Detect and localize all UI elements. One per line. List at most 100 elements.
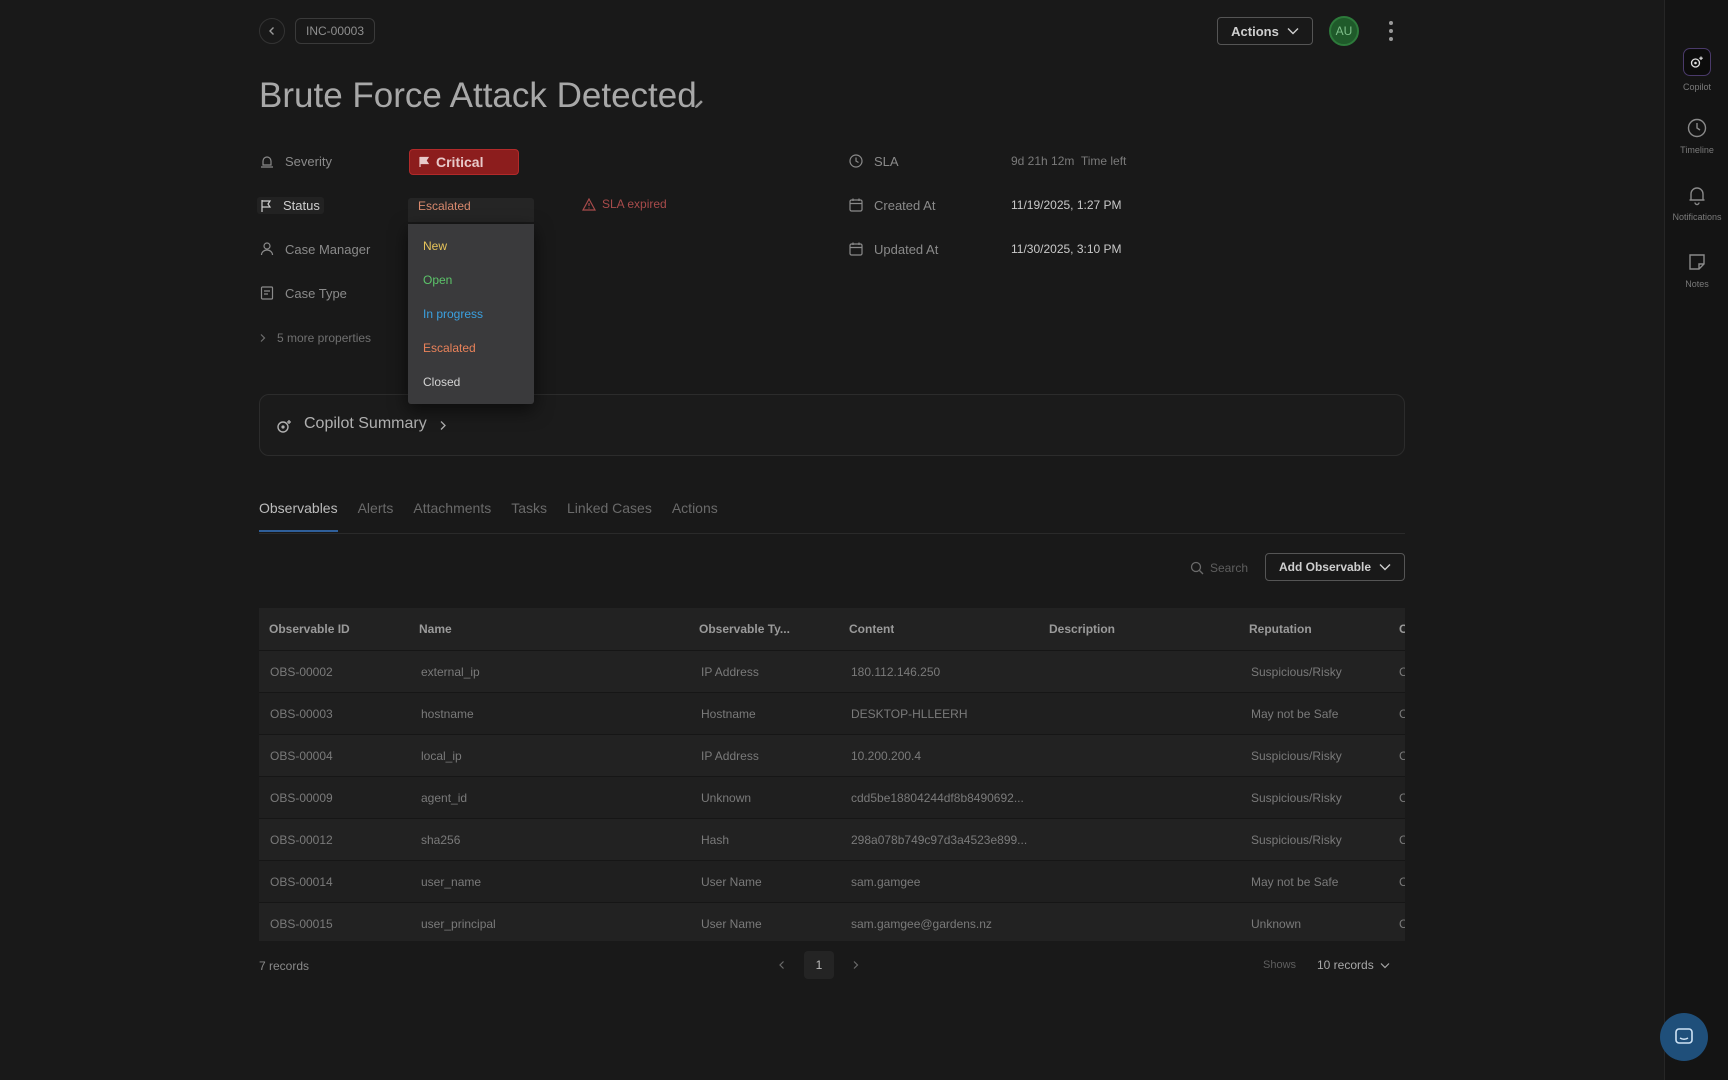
table-cell: C	[1399, 832, 1405, 847]
rail-item-timeline[interactable]: Timeline	[1665, 117, 1728, 155]
column-header-truncated[interactable]: C	[1399, 608, 1405, 650]
table-cell	[1051, 735, 1241, 776]
table-cell: C	[1399, 916, 1405, 931]
copilot-icon	[277, 420, 291, 433]
status-option-closed[interactable]: Closed	[423, 375, 460, 389]
chat-support-button[interactable]	[1660, 1013, 1708, 1061]
page-number-button[interactable]: 1	[804, 951, 834, 979]
more-properties-label: 5 more properties	[277, 331, 372, 345]
tab-bar: Observables Alerts Attachments Tasks Lin…	[259, 500, 718, 532]
updated-at-field: Updated At	[848, 241, 938, 257]
tab-observables[interactable]: Observables	[259, 500, 338, 532]
back-button[interactable]	[259, 18, 285, 44]
table-cell: Unknown	[701, 790, 752, 805]
tab-alerts[interactable]: Alerts	[358, 500, 394, 532]
status-option-escalated[interactable]: Escalated	[423, 341, 476, 355]
table-row[interactable]: OBS-00003 hostname Hostname DESKTOP-HLLEERH…	[259, 692, 1405, 734]
rail-item-notes[interactable]: Notes	[1665, 251, 1728, 289]
status-select[interactable]: Escalated	[408, 198, 534, 222]
table-cell: OBS-00012	[270, 832, 333, 847]
table-row[interactable]: OBS-00015 user_principal User Name sam.gamg…	[259, 902, 1405, 941]
search-input[interactable]: Search	[1190, 561, 1248, 575]
table-cell: C	[1399, 874, 1405, 889]
table-row[interactable]: OBS-00012 sha256 Hash 298a078b749c97d3a4523…	[259, 818, 1405, 860]
table-cell: 10.200.200.4	[851, 748, 922, 763]
records-per-page-select[interactable]: 10 records	[1317, 958, 1390, 972]
table-cell: external_ip	[421, 664, 480, 679]
case-type-label: Case Type	[285, 285, 347, 301]
user-avatar[interactable]: AU	[1329, 16, 1359, 46]
table-row[interactable]: OBS-00009 agent_id Unknown cdd5be18804244df…	[259, 776, 1405, 818]
add-observable-label: Add Observable	[1278, 560, 1372, 574]
table-cell: C	[1399, 706, 1405, 721]
table-cell: Unknown	[1251, 916, 1302, 931]
tab-attachments[interactable]: Attachments	[413, 500, 491, 532]
case-detail-page: INC-00003 Actions AU Brute Force Attack …	[0, 0, 1664, 1080]
table-cell: cdd5be18804244df8b8490692...	[851, 790, 1024, 805]
table-cell: Suspicious/Risky	[1251, 664, 1342, 679]
rail-item-notifications[interactable]: Notifications	[1665, 184, 1728, 222]
more-options-icon[interactable]	[1384, 18, 1398, 44]
column-header-description[interactable]: Description	[1049, 608, 1115, 650]
severity-badge[interactable]: Critical	[409, 149, 519, 175]
table-row[interactable]: OBS-00014 user_name User Name sam.gamgee May…	[259, 860, 1405, 902]
table-cell	[1051, 819, 1241, 860]
records-per-page-value: 10 records	[1317, 958, 1374, 972]
status-option-in-progress[interactable]: In progress	[423, 307, 483, 321]
table-cell	[1051, 861, 1241, 902]
column-header-name[interactable]: Name	[419, 608, 452, 650]
rail-label-timeline: Timeline	[1680, 145, 1714, 155]
table-cell: User Name	[701, 916, 762, 931]
rail-label-copilot: Copilot	[1682, 82, 1711, 92]
status-label-box: Status	[257, 197, 324, 214]
bell-icon	[1689, 187, 1705, 206]
rail-label-notifications: Notifications	[1672, 212, 1722, 222]
table-cell: OBS-00003	[270, 706, 333, 721]
status-option-new[interactable]: New	[423, 239, 447, 253]
calendar-icon	[849, 242, 863, 256]
table-cell: hostname	[421, 706, 474, 721]
calendar-icon	[849, 198, 863, 212]
rail-item-copilot[interactable]: Copilot	[1665, 48, 1728, 92]
table-row[interactable]: OBS-00002 external_ip IP Address 180.112.14…	[259, 650, 1405, 692]
chevron-right-icon[interactable]	[852, 960, 860, 970]
table-cell: sam.gamgee@gardens.nz	[851, 916, 992, 931]
table-cell: Hostname	[701, 706, 756, 721]
table-cell: May not be Safe	[1251, 874, 1339, 889]
table-cell: C	[1399, 748, 1405, 763]
chevron-right-icon	[260, 334, 266, 342]
add-observable-button[interactable]: Add Observable	[1265, 553, 1405, 581]
tabs-divider	[259, 533, 1405, 534]
status-label: Status	[283, 198, 320, 213]
actions-button[interactable]: Actions	[1217, 17, 1313, 45]
column-header-reputation[interactable]: Reputation	[1249, 608, 1312, 650]
table-cell: OBS-00014	[270, 874, 333, 889]
more-properties-toggle[interactable]: 5 more properties	[259, 331, 371, 345]
table-cell: Suspicious/Risky	[1251, 790, 1342, 805]
edit-title-icon[interactable]	[693, 97, 705, 115]
table-cell: 298a078b749c97d3a4523e899...	[851, 832, 1028, 847]
column-header-observable-id[interactable]: Observable ID	[269, 608, 350, 650]
table-cell: User Name	[701, 874, 762, 889]
table-row[interactable]: OBS-00004 local_ip IP Address 10.200.200.4 S…	[259, 734, 1405, 776]
table-cell: sam.gamgee	[851, 874, 921, 889]
status-option-open[interactable]: Open	[423, 273, 452, 287]
pagination: 1	[778, 951, 860, 979]
flag-outline-icon	[261, 199, 272, 212]
status-field: Status	[257, 197, 324, 214]
table-cell	[1051, 903, 1241, 941]
created-at-value: 11/19/2025, 1:27 PM	[1011, 198, 1122, 212]
table-cell: Hash	[701, 832, 730, 847]
table-cell: IP Address	[701, 748, 759, 763]
search-placeholder: Search	[1210, 561, 1249, 575]
table-cell: local_ip	[421, 748, 462, 763]
incident-id-badge[interactable]: INC-00003	[295, 18, 376, 44]
tab-linked-cases[interactable]: Linked Cases	[567, 500, 652, 532]
tab-tasks[interactable]: Tasks	[511, 500, 547, 532]
chevron-left-icon	[269, 27, 274, 35]
chevron-left-icon[interactable]	[778, 960, 786, 970]
column-header-observable-type[interactable]: Observable Ty...	[699, 608, 790, 650]
column-header-content[interactable]: Content	[849, 608, 894, 650]
tab-actions[interactable]: Actions	[672, 500, 718, 532]
sla-expired-text: SLA expired	[602, 197, 667, 211]
